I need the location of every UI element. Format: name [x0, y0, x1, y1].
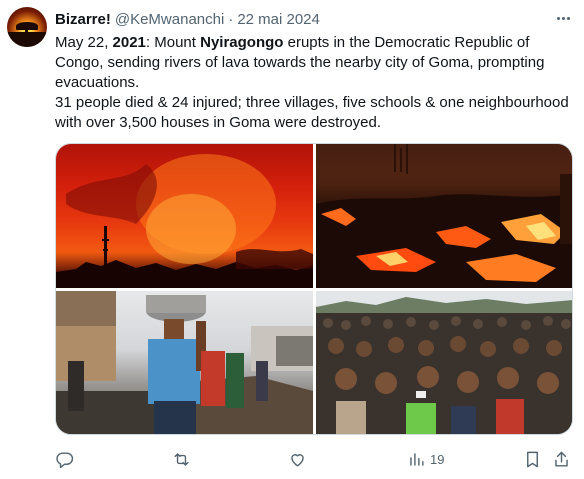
volcano-name-bold: Nyiragongo	[200, 34, 284, 51]
views-count: 19	[430, 451, 445, 467]
tweet-paragraph-1: May 22, 2021: Mount Nyiragongo erupts in…	[55, 34, 545, 91]
user-handle[interactable]: @KeMwananchi	[115, 11, 224, 28]
share-icon	[555, 451, 568, 467]
evacuee-carrying-basin-photo[interactable]	[56, 291, 313, 434]
tweet-date[interactable]: 22 mai 2024	[237, 11, 320, 28]
more-options-icon[interactable]	[552, 7, 574, 29]
like-button[interactable]	[288, 448, 307, 470]
bookmark-button[interactable]	[523, 448, 542, 470]
tweet-text: May 22, 2021: Mount Nyiragongo erupts in…	[55, 33, 575, 133]
media-grid	[55, 143, 573, 435]
year-bold: 2021	[112, 34, 146, 51]
volcano-eruption-photo[interactable]	[56, 144, 313, 288]
retweet-icon	[174, 452, 189, 466]
tweet-header: Bizarre! @KeMwananchi · 22 mai 2024	[55, 9, 574, 29]
bookmark-icon	[527, 451, 538, 467]
heart-icon	[291, 453, 304, 467]
reply-button[interactable]	[55, 448, 74, 470]
lava-flow-photo[interactable]	[316, 144, 572, 288]
crowd-of-evacuees-photo[interactable]	[316, 291, 572, 434]
separator: ·	[228, 10, 234, 28]
views-icon	[410, 452, 424, 466]
action-bar: 19	[55, 448, 575, 470]
tweet-paragraph-2: 31 people died & 24 injured; three villa…	[55, 94, 569, 131]
display-name[interactable]: Bizarre!	[55, 11, 111, 28]
reply-icon	[56, 451, 74, 468]
share-button[interactable]	[552, 448, 571, 470]
retweet-button[interactable]	[172, 448, 191, 470]
avatar[interactable]	[7, 7, 47, 47]
views-button[interactable]: 19	[407, 448, 444, 470]
